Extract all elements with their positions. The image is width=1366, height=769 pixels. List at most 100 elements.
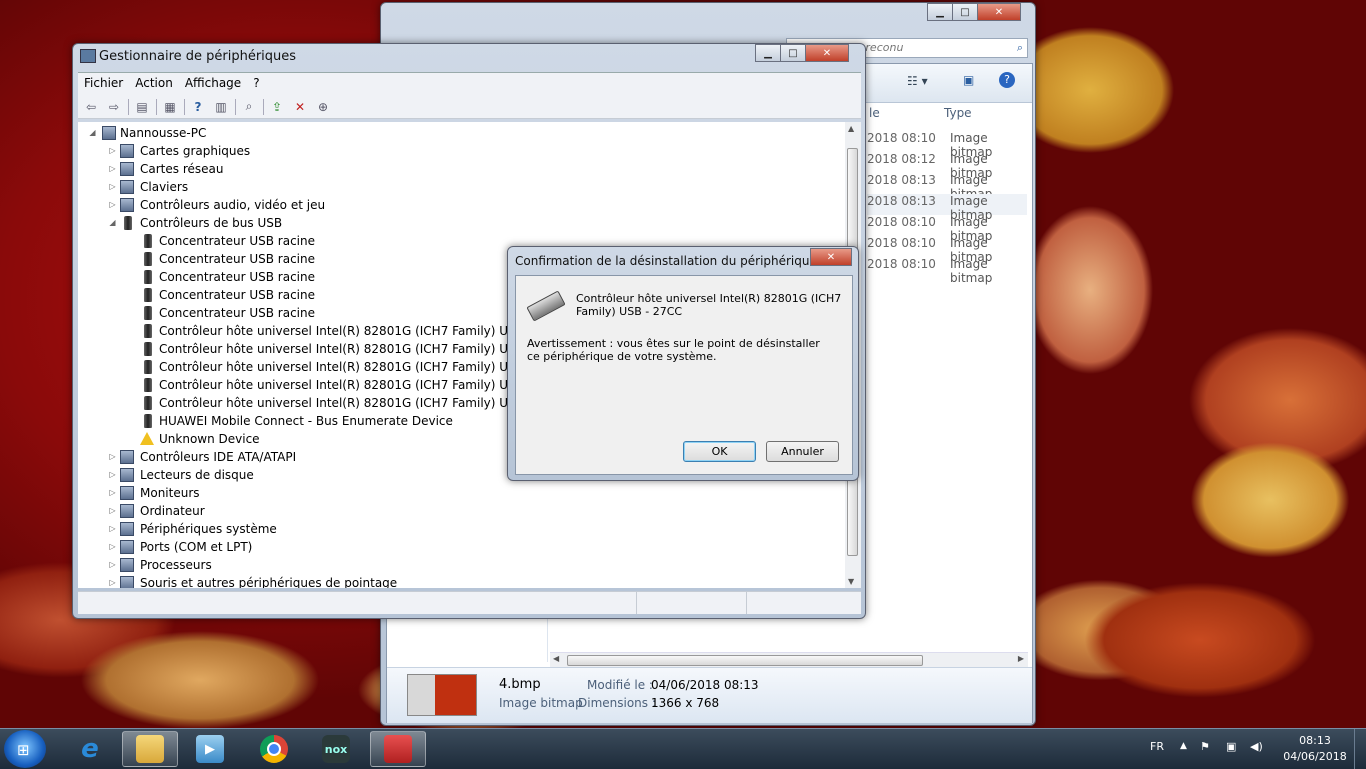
scrollbar-thumb[interactable] (567, 655, 923, 666)
collapse-arrow-icon[interactable]: ◢ (88, 124, 97, 142)
tree-label: Périphériques système (140, 522, 277, 536)
scroll-left-icon[interactable]: ◀ (553, 654, 559, 663)
maximize-button[interactable]: □ (952, 3, 978, 21)
show-hidden-icons-icon[interactable]: ▲ (1180, 741, 1187, 751)
tree-category[interactable]: ▷ Processeurs (78, 556, 838, 574)
action-center-icon[interactable]: ⚑ (1200, 740, 1210, 753)
expand-arrow-icon[interactable]: ▷ (108, 178, 117, 196)
file-row[interactable]: 2018 08:13Image bitmap (867, 173, 1027, 201)
tree-label: Contrôleur hôte universel Intel(R) 82801… (159, 378, 560, 392)
file-date: 2018 08:10 (867, 215, 936, 229)
tree-label: Cartes graphiques (140, 144, 251, 158)
column-header-type[interactable]: Type (944, 106, 972, 120)
expand-arrow-icon[interactable]: ▷ (108, 196, 117, 214)
menu-action[interactable]: Action (129, 73, 179, 90)
expand-arrow-icon[interactable]: ▷ (108, 538, 117, 556)
expand-arrow-icon[interactable]: ▷ (108, 502, 117, 520)
properties-icon[interactable]: ▦ (161, 99, 179, 115)
taskbar-media-player[interactable]: ▶ (182, 731, 238, 767)
tree-label: Cartes réseau (140, 162, 224, 176)
uninstall-confirmation-dialog[interactable]: Confirmation de la désinstallation du pé… (507, 246, 859, 481)
view-options-icon[interactable]: ☷ ▾ (907, 74, 928, 88)
language-indicator[interactable]: FR (1150, 740, 1164, 753)
update-driver-icon[interactable]: ⇪ (268, 99, 286, 115)
dialog-title: Confirmation de la désinstallation du pé… (515, 254, 817, 268)
start-button[interactable]: ⊞ (4, 730, 46, 768)
expand-arrow-icon[interactable]: ▷ (108, 160, 117, 178)
dialog-close-button[interactable]: ✕ (810, 248, 852, 266)
file-row[interactable]: 2018 08:10 Image bitmap (867, 215, 1027, 243)
category-icon (120, 468, 134, 482)
close-button[interactable]: ✕ (805, 44, 849, 62)
tree-category[interactable]: ▷ Cartes réseau (78, 160, 838, 178)
collapse-arrow-icon[interactable]: ◢ (108, 214, 117, 232)
menu-help[interactable]: ? (247, 73, 265, 90)
expand-arrow-icon[interactable]: ▷ (108, 484, 117, 502)
tree-category[interactable]: ▷ Claviers (78, 178, 838, 196)
clock[interactable]: 08:13 04/06/2018 (1275, 733, 1355, 765)
tree-category[interactable]: ▷ Contrôleurs audio, vidéo et jeu (78, 196, 838, 214)
close-button[interactable]: ✕ (977, 3, 1021, 21)
taskbar-file-explorer[interactable] (122, 731, 178, 767)
tree-label: Concentrateur USB racine (159, 252, 315, 266)
menu-affichage[interactable]: Affichage (179, 73, 247, 90)
file-row[interactable]: 2018 08:10 Image bitmap (867, 131, 1027, 159)
uninstall-icon[interactable]: ✕ (291, 99, 309, 115)
volume-icon[interactable]: ◀) (1250, 740, 1263, 753)
usb-icon (144, 270, 152, 284)
expand-arrow-icon[interactable]: ▷ (108, 142, 117, 160)
tree-category[interactable]: ▷ Ordinateur (78, 502, 838, 520)
scroll-right-icon[interactable]: ▶ (1018, 654, 1024, 663)
status-cell (636, 592, 637, 614)
maximize-button[interactable]: □ (780, 44, 806, 62)
tree-category[interactable]: ▷ Moniteurs (78, 484, 838, 502)
tree-category[interactable]: ▷ Souris et autres périphériques de point… (78, 574, 838, 588)
help-icon[interactable]: ? (999, 72, 1015, 88)
ok-button[interactable]: OK (683, 441, 756, 462)
file-date: 2018 08:10 (867, 236, 936, 250)
column-header-date[interactable]: le (869, 106, 880, 120)
minimize-button[interactable]: ▁ (927, 3, 953, 21)
taskbar-internet-explorer[interactable]: e (62, 731, 118, 767)
file-row[interactable]: 2018 08:10 Image bitmap (867, 257, 1027, 285)
expand-arrow-icon[interactable]: ▷ (108, 574, 117, 588)
tree-category[interactable]: ▷ Ports (COM et LPT) (78, 538, 838, 556)
minimize-button[interactable]: ▁ (755, 44, 781, 62)
expand-arrow-icon[interactable]: ▷ (108, 466, 117, 484)
tree-category-usb[interactable]: ◢ Contrôleurs de bus USB (78, 214, 838, 232)
preview-pane-icon[interactable]: ▣ (963, 73, 974, 87)
expand-arrow-icon[interactable]: ▷ (108, 556, 117, 574)
expand-arrow-icon[interactable]: ▷ (108, 448, 117, 466)
taskbar-chrome[interactable] (246, 731, 302, 767)
search-icon[interactable]: ⌕ (1017, 41, 1023, 55)
tree-label: Unknown Device (159, 432, 260, 446)
taskbar-nox[interactable]: nox (308, 731, 364, 767)
scroll-down-icon[interactable]: ▼ (848, 577, 854, 586)
scan-hardware-icon[interactable]: ⌕ (240, 99, 258, 115)
file-date: 2018 08:13 (867, 173, 936, 187)
expand-arrow-icon[interactable]: ▷ (108, 520, 117, 538)
show-hide-tree-icon[interactable]: ▤ (133, 99, 151, 115)
tree-root[interactable]: ◢ Nannousse-PC (78, 124, 838, 142)
help-icon[interactable]: ? (189, 99, 207, 115)
window-title: Gestionnaire de périphériques (99, 49, 297, 64)
file-row[interactable]: 2018 08:10 Image bitmap (867, 236, 1027, 264)
cancel-button[interactable]: Annuler (766, 441, 839, 462)
back-icon[interactable]: ⇦ (82, 99, 100, 115)
show-desktop-button[interactable] (1354, 729, 1366, 769)
forward-icon[interactable]: ⇨ (105, 99, 123, 115)
enable-device-icon[interactable]: ⊕ (314, 99, 332, 115)
network-icon[interactable]: ▣ (1226, 740, 1236, 753)
taskbar-device-manager[interactable] (370, 731, 426, 767)
separator (184, 98, 185, 115)
tree-category[interactable]: ▷ Périphériques système (78, 520, 838, 538)
status-cell (746, 592, 747, 614)
file-row[interactable]: 2018 08:12 Image bitmap (867, 152, 1027, 180)
tree-category[interactable]: ▷ Cartes graphiques (78, 142, 838, 160)
menu-fichier[interactable]: Fichier (78, 73, 129, 90)
file-name: 4.bmp (499, 677, 541, 692)
file-row[interactable]: 2018 08:13Image bitmap (867, 194, 1027, 222)
action-pane-icon[interactable]: ▥ (212, 99, 230, 115)
scroll-up-icon[interactable]: ▲ (848, 124, 854, 133)
category-icon (120, 486, 134, 500)
